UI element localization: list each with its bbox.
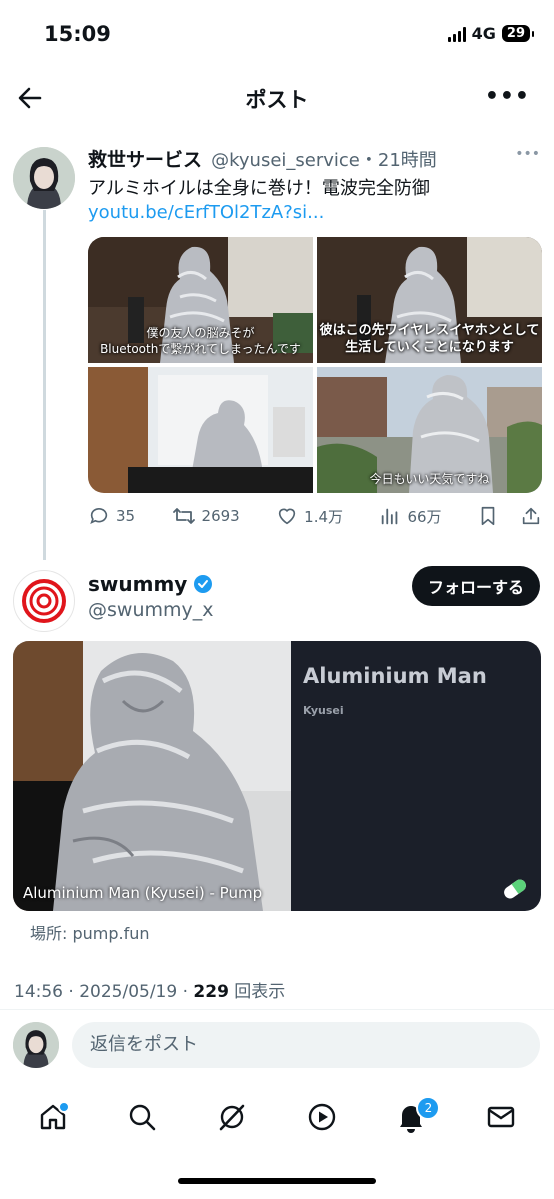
retweet-count: 2693 <box>201 507 240 525</box>
tweet-link[interactable]: youtu.be/cErfTOl2TzA?si... <box>88 202 324 223</box>
tweet-text: アルミホイルは全身に巻け！電波完全防御 <box>88 178 430 199</box>
media-image-1[interactable]: 僕の友人の脳みそが Bluetoothで繋がれてしまったんです <box>88 237 313 363</box>
reply-button[interactable]: 35 <box>88 505 135 527</box>
card-image <box>13 641 291 911</box>
reply-input[interactable]: 返信をポスト <box>72 1022 540 1068</box>
reply-count: 35 <box>116 507 136 525</box>
views-chart-icon <box>382 508 398 525</box>
author-name[interactable]: 救世サービス <box>88 149 202 171</box>
notifications-tab[interactable]: 2 <box>394 1096 441 1134</box>
notifications-badge: 2 <box>416 1096 441 1120</box>
card-subtitle: Kyusei <box>303 704 344 717</box>
place-label[interactable]: 場所: pump.fun <box>30 920 150 944</box>
media-image-4[interactable]: 今日もいい天気ですね <box>317 367 542 493</box>
views-count: 66万 <box>407 507 442 526</box>
avatar[interactable] <box>13 147 75 209</box>
play-circle-icon <box>308 1103 335 1131</box>
follow-button[interactable]: フォローする <box>411 566 540 606</box>
bookmark-icon[interactable] <box>478 505 498 527</box>
reply-header: swummy <box>88 572 213 596</box>
media-grid: 僕の友人の脳みそが Bluetoothで繋がれてしまったんです 彼はこの先ワイヤ… <box>88 237 542 493</box>
tweet-more-icon[interactable]: ••• <box>515 146 540 162</box>
divider <box>0 1009 554 1010</box>
my-avatar[interactable] <box>13 1022 59 1068</box>
author-handle[interactable]: @kyusei_service <box>211 150 360 171</box>
views-button[interactable]: 66万 <box>379 505 442 527</box>
search-tab[interactable] <box>125 1100 159 1134</box>
verified-badge-icon <box>194 575 213 593</box>
retweet-icon <box>172 508 195 524</box>
tweet-header: 救世サービス @kyusei_service・21時間 <box>88 145 437 172</box>
grok-tab[interactable] <box>215 1100 249 1134</box>
reply-icon <box>90 507 108 524</box>
bottom-nav: 2 <box>0 1094 554 1140</box>
card-title: Aluminium Man <box>303 664 487 688</box>
signal-icon <box>447 26 466 42</box>
like-count: 1.4万 <box>304 507 344 526</box>
share-icon[interactable] <box>520 505 542 527</box>
pill-icon <box>504 879 526 899</box>
battery-icon: 29 <box>501 25 535 42</box>
heart-icon <box>278 508 296 525</box>
views-number: 229 <box>193 982 229 1002</box>
more-options-icon[interactable]: ••• <box>485 84 530 109</box>
tweet-time: ・21時間 <box>359 150 437 171</box>
home-indicator[interactable] <box>178 1178 376 1184</box>
video-tab[interactable] <box>305 1100 339 1134</box>
page-title: ポスト <box>245 88 309 112</box>
status-indicators: 4G 29 <box>447 24 535 43</box>
media-image-3[interactable] <box>88 367 313 493</box>
reply-avatar[interactable] <box>13 570 75 632</box>
network-type: 4G <box>471 24 496 43</box>
media-caption-4: 今日もいい天気ですね <box>369 471 490 486</box>
reply-handle[interactable]: @swummy_x <box>88 599 214 621</box>
link-card[interactable]: Aluminium Man Kyusei Aluminium Man (Kyus… <box>13 641 541 911</box>
thread-line <box>43 210 46 560</box>
media-caption-1: 僕の友人の脳みそが Bluetoothで繋がれてしまったんです <box>100 325 301 356</box>
home-dot <box>57 1101 70 1113</box>
tweet-actions: 35 2693 1.4万 66万 <box>88 505 542 527</box>
status-time: 15:09 <box>44 22 111 46</box>
card-image-label: Aluminium Man (Kyusei) - Pump <box>23 884 263 902</box>
home-tab[interactable] <box>36 1100 70 1134</box>
grok-icon <box>219 1104 245 1131</box>
retweet-button[interactable]: 2693 <box>172 505 240 527</box>
post-timestamp: 14:56 · 2025/05/19 · 229 回表示 <box>14 982 286 1002</box>
mail-icon <box>487 1106 515 1128</box>
like-button[interactable]: 1.4万 <box>276 505 343 527</box>
messages-tab[interactable] <box>484 1100 518 1134</box>
reply-author-name[interactable]: swummy <box>88 572 187 596</box>
media-caption-2: 彼はこの先ワイヤレスイヤホンとして 生活していくことになります <box>319 322 540 356</box>
media-image-2[interactable]: 彼はこの先ワイヤレスイヤホンとして 生活していくことになります <box>317 237 542 363</box>
search-icon <box>130 1104 156 1131</box>
